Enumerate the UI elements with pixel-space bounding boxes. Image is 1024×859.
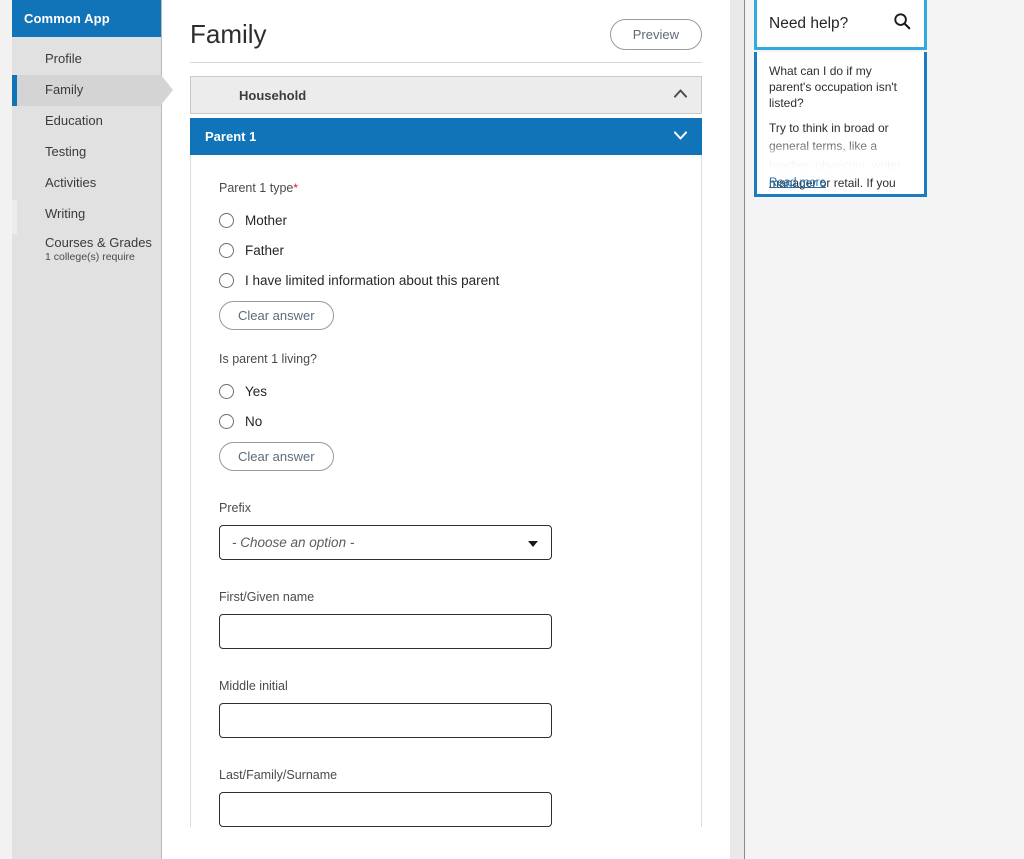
sidebar-item-label: Activities <box>45 175 97 191</box>
prefix-select[interactable]: - Choose an option - <box>219 525 552 560</box>
middle-initial-input[interactable] <box>219 703 552 738</box>
accordion-header-household[interactable]: Household <box>190 76 702 114</box>
field-label-parent-living: Is parent 1 living? <box>219 352 317 366</box>
radio-circle-icon <box>219 383 234 399</box>
header-divider <box>190 62 702 63</box>
chevron-up-icon <box>674 89 687 100</box>
radio-label: I have limited information about this pa… <box>245 272 500 288</box>
sidebar-item-testing[interactable]: Testing <box>12 137 161 168</box>
sidebar-item-sublabel: 1 college(s) require <box>45 251 135 264</box>
page-title: Family <box>190 19 267 49</box>
sidebar-item-profile[interactable]: Profile <box>12 44 161 75</box>
radio-label: Yes <box>245 383 268 399</box>
sidebar-item-courses-and-grades[interactable]: Courses & Grades 1 college(s) require <box>12 230 161 270</box>
brand-logo[interactable]: Common App <box>12 0 161 37</box>
accordion-group: Household Parent 1 Parent 1 type* Mother… <box>190 76 702 827</box>
accordion-header-parent-1[interactable]: Parent 1 <box>190 118 702 155</box>
brand-label: Common App <box>24 11 110 26</box>
radio-circle-icon <box>219 272 234 288</box>
sidebar: Common App Profile Family Education Test… <box>12 0 173 859</box>
radio-circle-icon <box>219 242 234 258</box>
accordion-label: Parent 1 <box>205 129 257 144</box>
accordion-label: Household <box>239 87 307 103</box>
read-more-link[interactable]: Read more <box>769 177 826 189</box>
sidebar-item-writing[interactable]: Writing <box>12 199 161 230</box>
sidebar-item-family[interactable]: Family <box>12 75 173 106</box>
help-panel-body: What can I do if my parent's occupation … <box>754 52 927 197</box>
help-panel-title: Need help? <box>769 14 849 32</box>
sidebar-item-activities[interactable]: Activities <box>12 168 161 199</box>
radio-circle-icon <box>219 413 234 429</box>
field-label-first-name: First/Given name <box>219 590 315 604</box>
field-label-last-name: Last/Family/Surname <box>219 768 338 782</box>
sidebar-item-label: Testing <box>45 144 87 160</box>
chevron-down-icon <box>674 130 687 142</box>
sidebar-item-label: Family <box>45 82 84 98</box>
sidebar-item-label: Courses & Grades <box>45 235 152 251</box>
radio-option-mother[interactable]: Mother <box>219 205 673 235</box>
field-label-parent-type: Parent 1 type* <box>219 181 673 196</box>
clear-answer-button-parent-living[interactable]: Clear answer <box>219 442 334 471</box>
radio-option-living-yes[interactable]: Yes <box>219 376 673 406</box>
page-header: Family Preview <box>162 0 730 52</box>
sidebar-item-education[interactable]: Education <box>12 106 161 137</box>
first-name-input[interactable] <box>219 614 552 649</box>
content-right-strip <box>730 0 745 859</box>
prefix-select-wrapper: - Choose an option - <box>219 525 552 560</box>
label-text: Parent 1 type <box>219 181 294 195</box>
main-content-card: Family Preview Household Parent 1 Parent… <box>162 0 730 859</box>
radio-label: No <box>245 413 263 429</box>
radio-option-father[interactable]: Father <box>219 235 673 265</box>
help-question: What can I do if my parent's occupation … <box>769 64 897 111</box>
preview-button[interactable]: Preview <box>609 18 702 50</box>
sidebar-item-label: Profile <box>45 51 82 67</box>
left-gutter <box>0 0 12 859</box>
help-panel: Need help? What can I do if my parent's … <box>754 0 927 197</box>
sidebar-item-label: Education <box>45 113 103 129</box>
field-label-middle-initial: Middle initial <box>219 679 288 693</box>
clear-answer-button-parent-type[interactable]: Clear answer <box>219 301 334 330</box>
radio-option-living-no[interactable]: No <box>219 406 673 436</box>
last-name-input[interactable] <box>219 792 552 827</box>
radio-circle-icon <box>219 212 234 228</box>
search-icon[interactable] <box>893 12 911 35</box>
radio-label: Father <box>245 242 285 258</box>
help-panel-header[interactable]: Need help? <box>754 0 927 50</box>
radio-label: Mother <box>245 212 288 228</box>
field-label-prefix: Prefix <box>219 501 251 515</box>
radio-option-limited-information[interactable]: I have limited information about this pa… <box>219 265 673 295</box>
accordion-body-parent-1: Parent 1 type* Mother Father I have limi… <box>190 155 702 827</box>
required-asterisk: * <box>293 181 299 195</box>
sidebar-item-label: Writing <box>45 206 86 222</box>
